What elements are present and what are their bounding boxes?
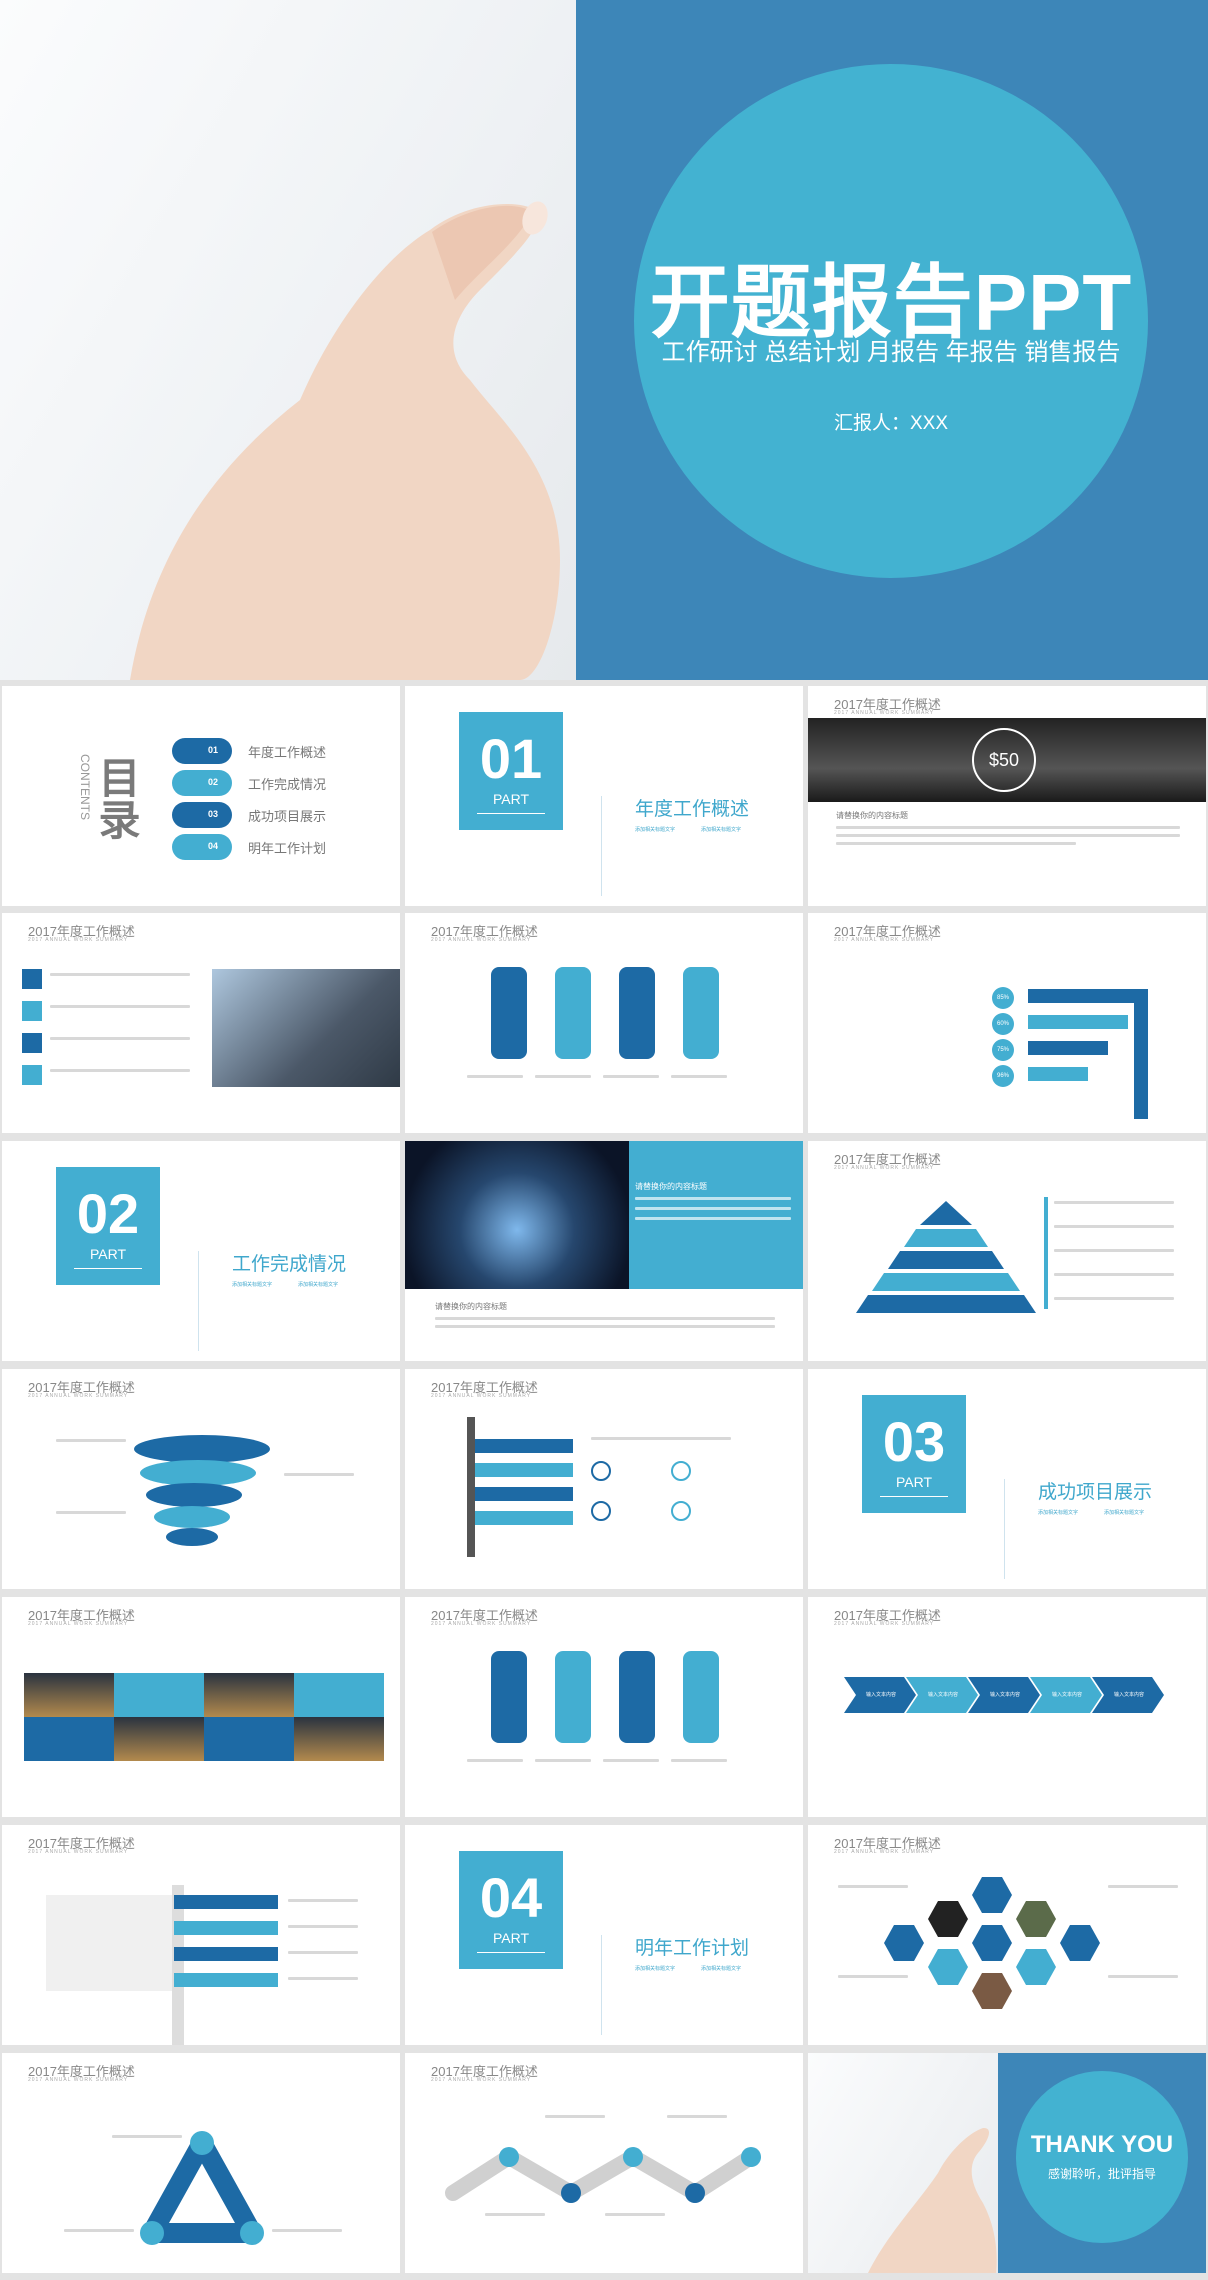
toc-title: 目录 [93,756,140,840]
slide-part-03[interactable]: 03 PART 成功项目展示 添加相关标题文字 添加相关标题文字 [808,1369,1206,1589]
slide-city[interactable]: 2017年度工作概述 2017 ANNUAL WORK SUMMARY $50 … [808,686,1206,906]
toc-badge-1: 01 [172,738,232,764]
slide-columns[interactable]: 2017年度工作概述 2017 ANNUAL WORK SUMMARY [405,913,803,1133]
handshake-photo [212,969,400,1087]
slide-thank-you[interactable]: THANK YOU 感谢聆听，批评指导 [808,2053,1206,2273]
slide-percent-arrows[interactable]: 2017年度工作概述 2017 ANNUAL WORK SUMMARY 85% … [808,913,1206,1133]
bridge-photo [405,1141,629,1289]
toc-title-en: CONTENTS [78,754,92,820]
thanks-subtitle: 感谢聆听，批评指导 [1047,2167,1156,2181]
slide-timeline[interactable]: 2017年度工作概述 2017 ANNUAL WORK SUMMARY [405,2053,803,2273]
section-title: 年度工作概述 [635,799,750,820]
slide-pyramid[interactable]: 2017年度工作概述 2017 ANNUAL WORK SUMMARY [808,1141,1206,1361]
hexagon-chart [884,1877,1100,2009]
slide-hexagons[interactable]: 2017年度工作概述 2017 ANNUAL WORK SUMMARY [808,1825,1206,2045]
slide-arrow-process[interactable]: 2017年度工作概述 2017 ANNUAL WORK SUMMARY 输入文本… [808,1597,1206,1817]
toc-item-3: 成功项目展示 [248,809,327,824]
slide-part-04[interactable]: 04 PART 明年工作计划 添加相关标题文字 添加相关标题文字 [405,1825,803,2045]
toc-item-1: 年度工作概述 [248,745,327,760]
slide-city-grid[interactable]: 2017年度工作概述 2017 ANNUAL WORK SUMMARY [2,1597,400,1817]
slide-toc[interactable]: 目录 CONTENTS 01 02 03 04 年度工作概述 工作完成情况 成功… [2,686,400,906]
triangle-cycle-chart [140,2131,264,2245]
toc-badge-3: 03 [172,802,232,828]
spiral-chart [134,1435,270,1546]
slide-bridge[interactable]: 请替换你的内容标题 请替换你的内容标题 [405,1141,803,1361]
thanks-hand-photo [808,2053,998,2273]
slide-tornado[interactable]: 2017年度工作概述 2017 ANNUAL WORK SUMMARY [2,1369,400,1589]
cover-reporter: 汇报人：XXX [833,413,949,434]
slide-columns-2[interactable]: 2017年度工作概述 2017 ANNUAL WORK SUMMARY [405,1597,803,1817]
pointing-hand-image [130,201,560,680]
cover-slide: 开题报告PPT 工作研讨 总结计划 月报告 年报告 销售报告 汇报人：XXX [0,0,1208,680]
slide-flags[interactable]: 2017年度工作概述 2017 ANNUAL WORK SUMMARY [2,1825,400,2045]
slide-part-01[interactable]: 01 PART 年度工作概述 添加相关标题文字 添加相关标题文字 [405,686,803,906]
slide-triangle[interactable]: 2017年度工作概述 2017 ANNUAL WORK SUMMARY [2,2053,400,2273]
toc-badge-2: 02 [172,770,232,796]
slide-handshake[interactable]: 2017年度工作概述 2017 ANNUAL WORK SUMMARY [2,913,400,1133]
slide-part-02[interactable]: 02 PART 工作完成情况 添加相关标题文字 添加相关标题文字 [2,1141,400,1361]
toc-item-4: 明年工作计划 [248,841,327,856]
thanks-title: THANK YOU [1030,2131,1174,2158]
toc-badge-4: 04 [172,834,232,860]
hand-photo [0,0,576,680]
slide-pencil[interactable]: 2017年度工作概述 2017 ANNUAL WORK SUMMARY [405,1369,803,1589]
zigzag-timeline [445,2147,761,2203]
part-square: 01 PART [459,712,563,830]
price-badge: $50 [972,728,1036,792]
toc-item-2: 工作完成情况 [248,777,327,792]
arrow-process-chart [844,1677,1164,1713]
cover-subtitle: 工作研讨 总结计划 月报告 年报告 销售报告 [661,339,1121,366]
